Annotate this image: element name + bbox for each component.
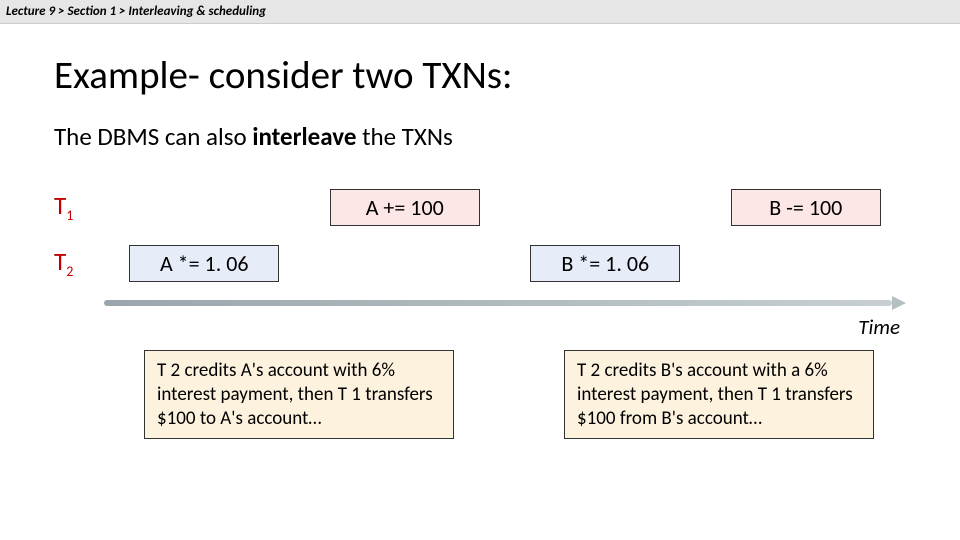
slot-1-2: A += 100 — [305, 189, 506, 226]
note-left: T 2 credits A's account with 6% interest… — [144, 350, 454, 439]
slide-content: Example- consider two TXNs: The DBMS can… — [0, 24, 960, 439]
notes-row: T 2 credits A's account with 6% interest… — [54, 350, 906, 439]
t1-letter: T — [54, 190, 66, 221]
row-t1: T1 A += 100 B -= 100 — [54, 184, 906, 230]
t2-label: T2 — [54, 246, 104, 280]
subtitle-bold: interleave — [252, 121, 356, 152]
slot-2-3: B *= 1. 06 — [505, 245, 706, 282]
breadcrumb: Lecture 9 > Section 1 > Interleaving & s… — [0, 0, 960, 24]
subtitle: The DBMS can also interleave the TXNs — [54, 121, 906, 152]
t2-slots: A *= 1. 06 B *= 1. 06 — [104, 245, 906, 282]
op-a-plus: A += 100 — [330, 189, 480, 226]
timeline-rows: T1 A += 100 B -= 100 T2 A *= 1. 06 — [54, 184, 906, 286]
page-title: Example- consider two TXNs: — [54, 52, 906, 99]
note-right: T 2 credits B's account with a 6% intere… — [564, 350, 874, 439]
slot-2-4 — [706, 245, 907, 282]
t1-slots: A += 100 B -= 100 — [104, 189, 906, 226]
t1-subscript: 1 — [66, 207, 73, 224]
axis-line — [104, 300, 892, 306]
slot-2-2 — [305, 245, 506, 282]
arrowhead-icon — [892, 296, 906, 310]
subtitle-pre: The DBMS can also — [54, 121, 252, 152]
slot-1-3 — [505, 189, 706, 226]
time-axis — [104, 296, 906, 310]
op-b-mul: B *= 1. 06 — [530, 245, 680, 282]
time-label: Time — [54, 314, 906, 340]
t2-subscript: 2 — [66, 263, 73, 280]
subtitle-post: the TXNs — [356, 121, 452, 152]
slot-2-1: A *= 1. 06 — [104, 245, 305, 282]
t2-letter: T — [54, 246, 66, 277]
slot-1-1 — [104, 189, 305, 226]
row-t2: T2 A *= 1. 06 B *= 1. 06 — [54, 240, 906, 286]
t1-label: T1 — [54, 190, 104, 224]
slot-1-4: B -= 100 — [706, 189, 907, 226]
op-a-mul: A *= 1. 06 — [129, 245, 279, 282]
op-b-minus: B -= 100 — [731, 189, 881, 226]
